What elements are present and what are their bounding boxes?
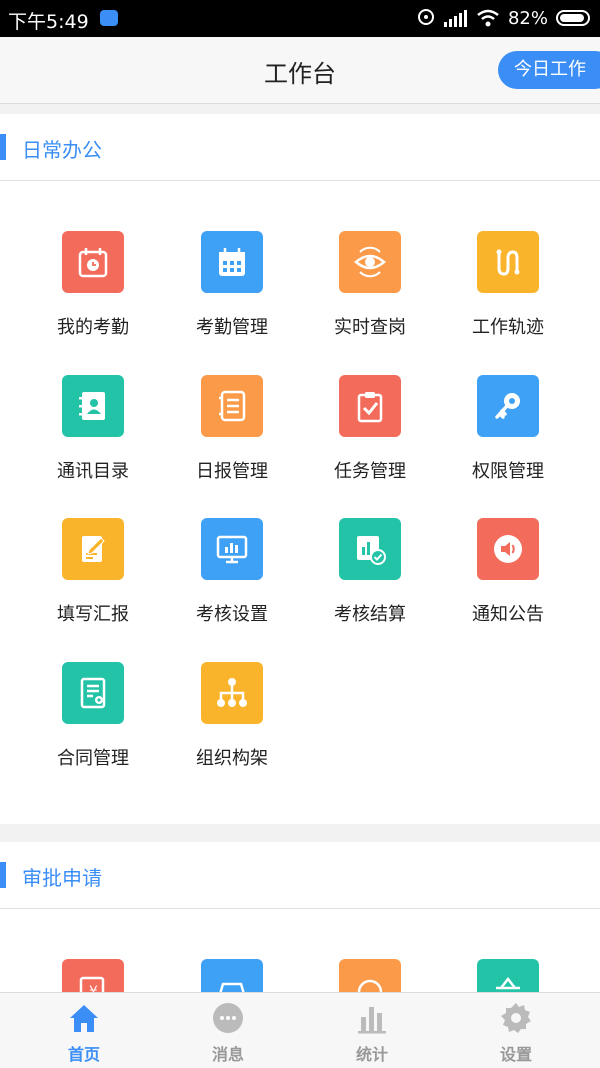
stats-icon: [358, 1007, 386, 1034]
grid-item-label: 考勤管理: [196, 317, 268, 338]
grid-item-label: 合同管理: [57, 748, 129, 769]
grid-item-leave[interactable]: [300, 959, 440, 992]
grid-item-assessment-settings[interactable]: 考核设置: [162, 518, 302, 626]
grid-item-write-report[interactable]: 填写汇报: [23, 518, 163, 626]
grid-item-label: 我的考勤: [57, 317, 129, 338]
org-chart-icon: [201, 662, 263, 724]
car-icon: [201, 959, 263, 992]
tab-label: 首页: [67, 1045, 100, 1064]
grid-item-org-structure[interactable]: 组织构架: [162, 662, 302, 770]
hotspot-icon: [417, 9, 434, 25]
message-icon: [213, 1003, 243, 1033]
notification-app-icon: [100, 10, 118, 26]
tab-home[interactable]: 首页: [9, 993, 159, 1068]
grid-item-daily-report[interactable]: 日报管理: [162, 375, 302, 483]
grid-item-label: 通知公告: [472, 604, 544, 625]
grid-item-contracts[interactable]: 合同管理: [23, 662, 163, 770]
app-header: 工作台 今日工作: [0, 37, 600, 104]
basket-icon: [477, 959, 539, 992]
grid-item-label: 组织构架: [196, 748, 268, 769]
grid-item-label: 考核设置: [196, 604, 268, 625]
calendar-icon: [201, 231, 263, 293]
grid-item-label: 考核结算: [334, 604, 406, 625]
svg-text:¥: ¥: [89, 984, 98, 992]
grid-item-purchase[interactable]: [438, 959, 578, 992]
battery-percent: 82%: [507, 7, 548, 29]
chart-check-icon: [339, 518, 401, 580]
monitor-chart-icon: [201, 518, 263, 580]
grid-item-label: 填写汇报: [57, 604, 129, 625]
grid-item-assessment-settlement[interactable]: 考核结算: [300, 518, 440, 626]
contacts-icon: [62, 375, 124, 437]
tab-label: 统计: [355, 1045, 388, 1064]
grid-item-contacts[interactable]: 通讯目录: [23, 375, 163, 483]
eye-icon: [339, 231, 401, 293]
section-accent-bar: [0, 862, 6, 888]
section-accent-bar: [0, 134, 6, 160]
bottom-tab-bar: 首页 消息 统计 设置: [0, 992, 600, 1068]
grid-item-label: 工作轨迹: [472, 317, 544, 338]
status-bar: 下午5:49 82%: [0, 0, 600, 37]
grid-item-label: 任务管理: [334, 461, 406, 482]
section-header: 审批申请: [0, 842, 600, 909]
clock-icon: [339, 959, 401, 992]
clipboard-check-icon: [339, 375, 401, 437]
grid-item-announcements[interactable]: 通知公告: [438, 518, 578, 626]
tab-statistics[interactable]: 统计: [297, 993, 447, 1068]
tab-label: 设置: [499, 1045, 532, 1064]
tab-label: 消息: [211, 1045, 244, 1064]
grid-item-permissions[interactable]: 权限管理: [438, 375, 578, 483]
edit-report-icon: [62, 518, 124, 580]
track-icon: [477, 231, 539, 293]
status-indicators: 82%: [416, 6, 590, 30]
section-daily-office: 日常办公 我的考勤 考勤管理 实时查岗 工作轨迹 通讯目录 日报管理 任务管理 …: [0, 114, 600, 824]
tab-messages[interactable]: 消息: [153, 993, 303, 1068]
signal-icon: [443, 10, 467, 27]
key-icon: [477, 375, 539, 437]
grid-item-expense[interactable]: ¥: [23, 959, 163, 992]
grid-item-work-track[interactable]: 工作轨迹: [438, 231, 578, 339]
contract-icon: [62, 662, 124, 724]
section-header: 日常办公: [0, 114, 600, 181]
grid-item-label: 通讯目录: [57, 461, 129, 482]
section-title: 审批申请: [22, 866, 102, 890]
tab-settings[interactable]: 设置: [441, 993, 591, 1068]
speaker-icon: [477, 518, 539, 580]
grid-item-label: 实时查岗: [334, 317, 406, 338]
grid-item-label: 日报管理: [196, 461, 268, 482]
grid-item-label: 权限管理: [472, 461, 544, 482]
grid-item-my-attendance[interactable]: 我的考勤: [23, 231, 163, 339]
grid-item-attendance-management[interactable]: 考勤管理: [162, 231, 302, 339]
grid-item-task-management[interactable]: 任务管理: [300, 375, 440, 483]
section-approval: 审批申请 ¥: [0, 842, 600, 992]
battery-icon: [556, 10, 590, 26]
section-title: 日常办公: [22, 138, 102, 162]
grid-item-realtime-check[interactable]: 实时查岗: [300, 231, 440, 339]
grid-item-vehicle[interactable]: [162, 959, 302, 992]
attendance-icon: [62, 231, 124, 293]
status-time: 下午5:49: [8, 11, 89, 33]
today-work-button[interactable]: 今日工作: [498, 51, 600, 89]
wifi-icon: [477, 9, 499, 27]
home-icon: [70, 1005, 98, 1032]
invoice-icon: ¥: [62, 959, 124, 992]
settings-icon: [501, 1003, 531, 1033]
notebook-icon: [201, 375, 263, 437]
